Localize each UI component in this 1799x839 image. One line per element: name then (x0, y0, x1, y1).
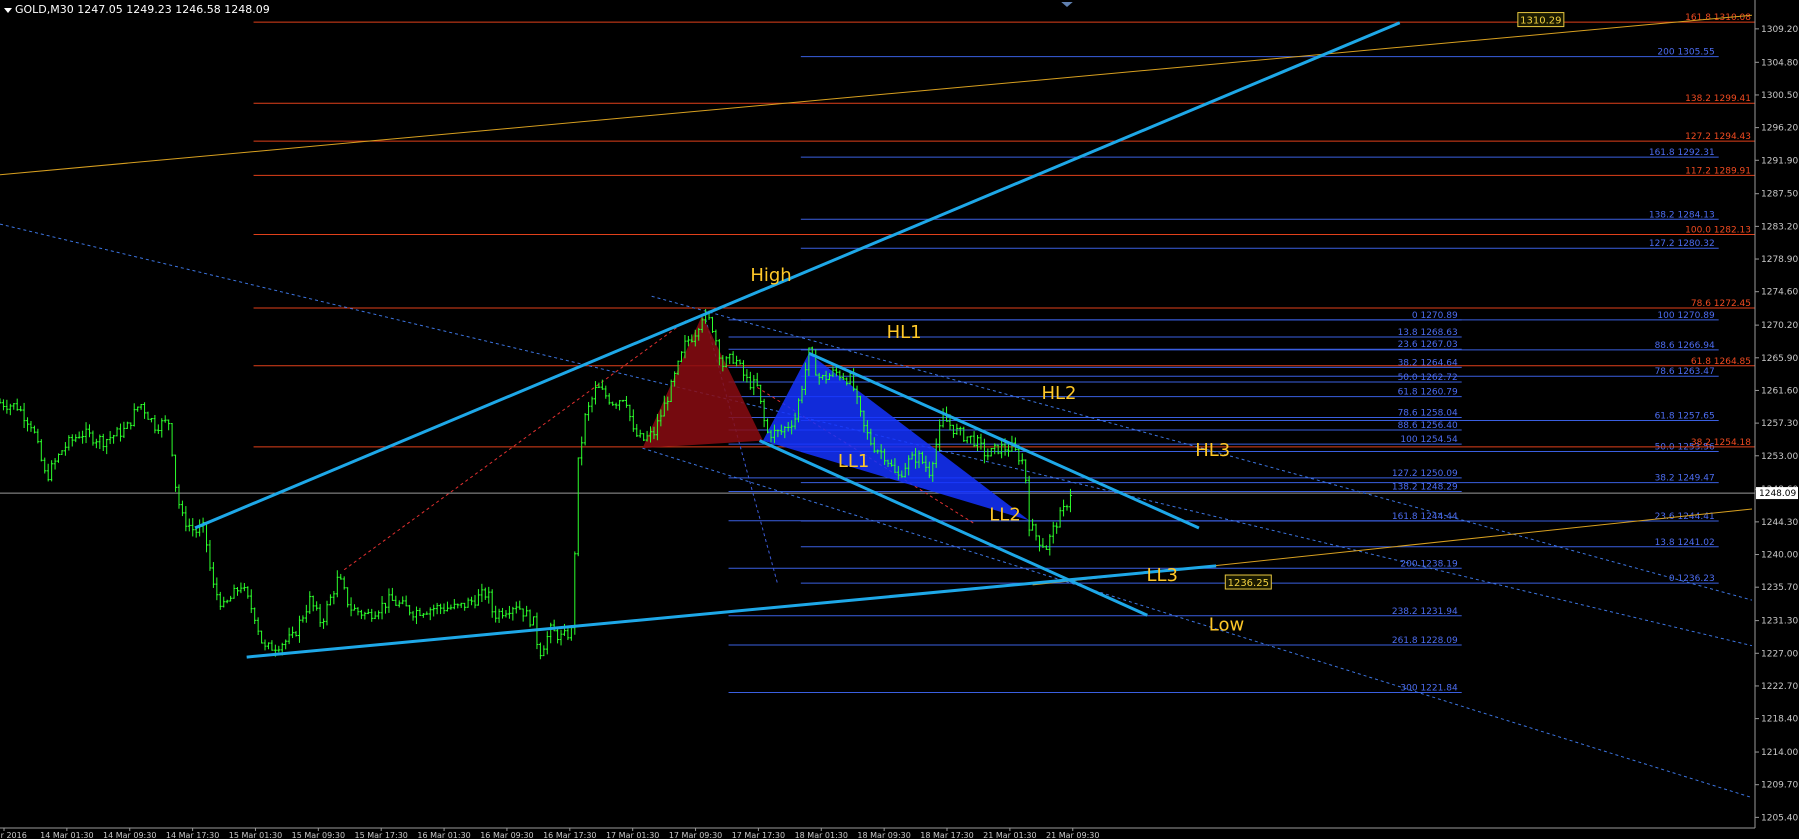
fib-extension-label: 127.2 1294.43 (1685, 132, 1751, 142)
time-axis-label: 14 Mar 09:30 (103, 831, 156, 839)
fib-level-label: 161.8 1292.31 (1649, 148, 1715, 158)
price-axis-label: 1304.80 (1761, 58, 1798, 68)
fib-level-label: 88.6 1266.94 (1655, 341, 1715, 351)
price-axis-label: 1218.40 (1761, 715, 1798, 725)
ohlc-values: 1247.05 1249.23 1246.58 1248.09 (77, 3, 270, 16)
fib-level-label: 88.6 1256.40 (1398, 421, 1458, 431)
price-axis-label: 1227.00 (1761, 649, 1798, 659)
price-axis-label: 1231.30 (1761, 617, 1798, 627)
time-axis-label: 15 Mar 17:30 (354, 831, 407, 839)
fib-level-label: 100 1270.89 (1657, 311, 1715, 321)
pattern-point-label: LL1 (838, 451, 870, 472)
time-axis-label: 17 Mar 17:30 (732, 831, 785, 839)
time-axis-label: 16 Mar 01:30 (417, 831, 470, 839)
time-axis-label: 21 Mar 09:30 (1046, 831, 1099, 839)
pattern-point-label: Low (1209, 614, 1244, 635)
price-tag-label: 1310.29 (1520, 16, 1561, 27)
shift-marker-icon[interactable] (1061, 2, 1073, 7)
fib-level-label: 238.2 1231.94 (1392, 607, 1458, 617)
price-axis-label: 1253.00 (1761, 452, 1798, 462)
fib-level-label: 38.2 1264.64 (1398, 358, 1458, 368)
fib-level-label: 13.8 1268.63 (1398, 328, 1458, 338)
fib-extension-label: 138.2 1299.41 (1685, 94, 1751, 104)
fib-level-label: 200 1305.55 (1657, 48, 1714, 58)
time-axis-label: 17 Mar 09:30 (669, 831, 722, 839)
price-axis-label: 1205.40 (1761, 813, 1798, 823)
fib-level-label: 61.8 1257.65 (1655, 411, 1715, 421)
fib-level-label: 23.6 1267.03 (1398, 340, 1458, 350)
time-axis-label: 18 Mar 01:30 (795, 831, 848, 839)
price-axis-label: 1244.30 (1761, 518, 1798, 528)
fib-level-label: 78.6 1258.04 (1398, 408, 1458, 418)
price-axis-label: 1274.60 (1761, 288, 1798, 298)
pattern-point-label: LL3 (1146, 565, 1178, 586)
time-axis-label: 17 Mar 01:30 (606, 831, 659, 839)
time-axis-label: 15 Mar 09:30 (292, 831, 345, 839)
price-axis-label: 1214.00 (1761, 748, 1798, 758)
fib-extension-label: 78.6 1272.45 (1691, 299, 1751, 309)
pattern-blue-triangle (762, 353, 1030, 521)
fib-level-label: 61.8 1260.79 (1398, 388, 1458, 398)
fib-level-label: 0 1270.89 (1412, 311, 1458, 321)
price-axis-label: 1261.60 (1761, 386, 1798, 396)
time-axis-label: 14 Mar 01:30 (40, 831, 93, 839)
pattern-point-label: High (750, 265, 791, 286)
pattern-point-label: HL1 (887, 322, 922, 343)
fib-level-label: 161.8 1244.44 (1392, 512, 1458, 522)
pattern-point-label: HL3 (1195, 440, 1230, 461)
price-tag-label: 1236.25 (1228, 578, 1269, 589)
fib-level-label: 138.2 1284.13 (1649, 210, 1715, 220)
fib-level-label: 127.2 1280.32 (1649, 239, 1715, 249)
price-axis-label: 1257.30 (1761, 419, 1798, 429)
pattern-point-label: LL2 (989, 504, 1021, 525)
chart-canvas[interactable]: 200 1305.55 161.8 1292.31 138.2 1284.13 127… (0, 0, 1799, 839)
price-axis-label: 1309.20 (1761, 25, 1798, 35)
fib-extension-label: 38.2 1254.18 (1691, 438, 1751, 448)
time-axis-label: 18 Mar 09:30 (857, 831, 910, 839)
fib-level-label: 200 1238.19 (1400, 559, 1458, 569)
fib-level-label: 138.2 1248.29 (1392, 483, 1458, 493)
price-axis-label: 1296.20 (1761, 124, 1798, 134)
price-axis-label: 1209.70 (1761, 781, 1798, 791)
price-axis-label: 1222.70 (1761, 682, 1798, 692)
chart-menu-triangle-icon[interactable] (4, 7, 12, 13)
time-axis-label: 16 Mar 17:30 (543, 831, 596, 839)
fib-level-label: 50.0 1262.72 (1398, 373, 1458, 383)
fib-level-label: 261.8 1228.09 (1392, 636, 1458, 646)
current-price-label: 1248.09 (1759, 489, 1796, 499)
fib-level-label: 13.8 1241.02 (1655, 538, 1715, 548)
price-axis-label: 1291.90 (1761, 156, 1798, 166)
fib-level-label: 38.2 1249.47 (1655, 474, 1715, 484)
fib-level-label: 78.6 1263.47 (1655, 367, 1715, 377)
price-axis-label: 1287.50 (1761, 190, 1798, 200)
price-axis-label: 1300.50 (1761, 91, 1798, 101)
price-axis-label: 1278.90 (1761, 255, 1798, 265)
time-axis-label: 14 Mar 17:30 (166, 831, 219, 839)
symbol-timeframe: GOLD,M30 (15, 3, 74, 16)
time-axis-label: 18 Mar 17:30 (920, 831, 973, 839)
fib-level-label: 300 1221.84 (1400, 683, 1458, 693)
price-axis-label: 1235.70 (1761, 583, 1798, 593)
price-axis-label: 1265.90 (1761, 354, 1798, 364)
chart-header: GOLD,M30 1247.05 1249.23 1246.58 1248.09 (4, 3, 270, 16)
time-axis-label: 16 Mar 09:30 (480, 831, 533, 839)
fib-extension-label: 100.0 1282.13 (1685, 225, 1751, 235)
time-axis-label: 4 Mar 2016 (0, 831, 27, 839)
time-axis-label: 15 Mar 01:30 (229, 831, 282, 839)
fib-extension-label: 61.8 1264.85 (1691, 357, 1751, 367)
orange-trendline-top (0, 14, 1753, 176)
time-axis-label: 21 Mar 01:30 (983, 831, 1036, 839)
price-axis-label: 1240.00 (1761, 551, 1798, 561)
fib-extension-label: 117.2 1289.91 (1685, 166, 1751, 176)
dashed-trendline-lower (642, 447, 1753, 799)
price-axis-label: 1270.20 (1761, 321, 1798, 331)
price-axis-label: 1283.20 (1761, 222, 1798, 232)
fib-level-label: 100 1254.54 (1400, 435, 1458, 445)
pattern-point-label: HL2 (1041, 383, 1076, 404)
fib-level-label: 127.2 1250.09 (1392, 469, 1458, 479)
